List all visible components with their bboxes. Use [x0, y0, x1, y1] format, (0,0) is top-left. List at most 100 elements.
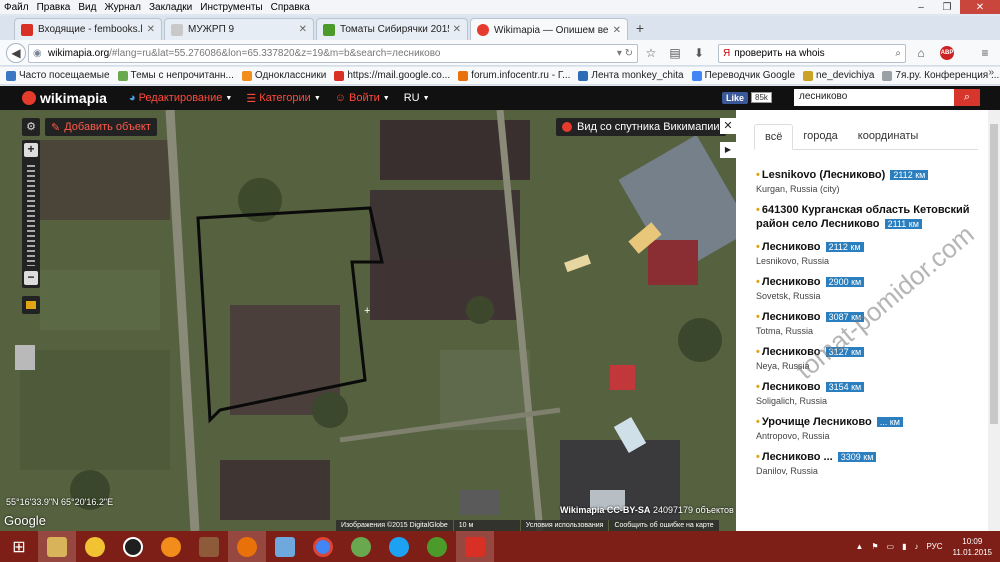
- result-title[interactable]: Лесниково: [762, 346, 821, 358]
- bookmark-item[interactable]: 7я.ру. Конференция ...: [882, 70, 999, 81]
- flag-icon[interactable]: ⚑: [871, 542, 878, 551]
- menu-login[interactable]: ☺ Войти ▼: [335, 92, 390, 104]
- tab-coordinates[interactable]: координаты: [848, 124, 929, 150]
- tab-inbox[interactable]: Входящие - fembooks.libr... ✕: [14, 18, 162, 40]
- minimize-button[interactable]: –: [908, 0, 934, 14]
- zoom-slider[interactable]: [27, 162, 35, 266]
- tab-wikimapia[interactable]: Wikimapia — Опишем ве... ✕: [470, 18, 628, 41]
- satellite-map[interactable]: ⚙ ✎ Добавить объект + − Вид со спутника В…: [0, 110, 736, 531]
- add-object-button[interactable]: ✎ Добавить объект: [45, 118, 157, 136]
- bookmark-item[interactable]: forum.infocentr.ru - Г...: [458, 70, 570, 81]
- panel-scrollbar[interactable]: [988, 110, 1000, 531]
- result-item[interactable]: • 641300 Курганская область Кетовский рай…: [756, 203, 986, 231]
- result-item[interactable]: • Урочище Лесниково ... км Antropovo, Russ…: [756, 415, 986, 441]
- wikimapia-logo[interactable]: wikimapia: [22, 90, 107, 106]
- menu-language[interactable]: RU ▼: [404, 92, 430, 104]
- bookmark-item[interactable]: Часто посещаемые: [6, 70, 110, 81]
- taskbar-skype[interactable]: [380, 531, 418, 562]
- taskbar-app[interactable]: [76, 531, 114, 562]
- menu-edit[interactable]: Правка: [33, 2, 75, 13]
- menu-icon[interactable]: ≡: [976, 44, 994, 62]
- tab-muzhrp[interactable]: МУЖРП 9 ✕: [164, 18, 314, 40]
- result-title[interactable]: Лесниково ...: [762, 451, 833, 463]
- result-title[interactable]: Лесниково: [762, 276, 821, 288]
- bookmark-item[interactable]: Темы с непрочитанн...: [117, 70, 234, 81]
- reload-icon[interactable]: ▾ ↻: [617, 48, 633, 59]
- taskbar-calculator[interactable]: [266, 531, 304, 562]
- result-title[interactable]: Лесниково: [762, 381, 821, 393]
- taskbar-chrome[interactable]: [304, 531, 342, 562]
- close-panel-button[interactable]: ✕: [720, 118, 736, 134]
- close-icon[interactable]: ✕: [453, 24, 461, 35]
- taskbar-paint[interactable]: [456, 531, 494, 562]
- tab-all[interactable]: всё: [754, 124, 794, 150]
- reader-icon[interactable]: ▤: [666, 44, 684, 62]
- menu-bookmarks[interactable]: Закладки: [145, 2, 196, 13]
- menu-view[interactable]: Вид: [74, 2, 100, 13]
- network-icon[interactable]: ▮: [902, 542, 906, 551]
- zoom-control[interactable]: + −: [22, 140, 40, 288]
- search-bar[interactable]: Я проверить на whois ⌕: [718, 44, 906, 63]
- scrollbar-thumb[interactable]: [990, 124, 998, 424]
- taskbar-hp[interactable]: [114, 531, 152, 562]
- url-bar[interactable]: ◉ wikimapia.org/#lang=ru&lat=55.276086&l…: [28, 44, 638, 63]
- adblock-icon[interactable]: ABP: [940, 46, 954, 60]
- result-title[interactable]: 641300 Курганская область Кетовский райо…: [756, 204, 970, 230]
- facebook-like-button[interactable]: Like: [722, 91, 749, 104]
- back-button[interactable]: ◀: [6, 43, 26, 63]
- windows-start-icon[interactable]: ⊞: [0, 531, 38, 562]
- terms-link[interactable]: Условия использования: [520, 520, 609, 531]
- bookmark-item[interactable]: Лента monkey_chita: [578, 70, 684, 81]
- result-item[interactable]: • Лесниково 2112 км Lesnikovo, Russia: [756, 240, 986, 266]
- result-title[interactable]: Lesnikovo (Лесниково): [762, 169, 885, 181]
- taskbar-explorer[interactable]: [38, 531, 76, 562]
- taskbar-library[interactable]: [190, 531, 228, 562]
- menu-history[interactable]: Журнал: [100, 2, 145, 13]
- taskbar-app[interactable]: [152, 531, 190, 562]
- satellite-view-button[interactable]: Вид со спутника Викимапии: [556, 118, 726, 136]
- taskbar-firefox[interactable]: [228, 531, 266, 562]
- result-item[interactable]: • Лесниково 3127 км Neya, Russia: [756, 345, 986, 371]
- menu-file[interactable]: Файл: [0, 2, 33, 13]
- taskbar-icq[interactable]: [342, 531, 380, 562]
- facebook-like[interactable]: Like 85k: [722, 90, 772, 105]
- layers-icon[interactable]: [22, 296, 40, 314]
- language-indicator[interactable]: РУС: [927, 542, 943, 551]
- bookmarks-more-icon[interactable]: »: [988, 67, 994, 78]
- home-icon[interactable]: ⌂: [912, 44, 930, 62]
- result-title[interactable]: Урочище Лесниково: [762, 416, 872, 428]
- report-error-link[interactable]: Сообщить об ошибке на карте: [609, 520, 719, 531]
- result-title[interactable]: Лесниково: [762, 241, 821, 253]
- tab-cities[interactable]: города: [793, 124, 847, 150]
- bookmark-item[interactable]: Одноклассники: [241, 70, 326, 81]
- volume-icon[interactable]: ♪: [915, 542, 919, 551]
- menu-editing[interactable]: ◕ Редактирование ▼: [129, 92, 232, 104]
- close-icon[interactable]: ✕: [147, 24, 155, 35]
- tab-tomatoes[interactable]: Томаты Сибирячки 2015 г... ✕: [316, 18, 468, 40]
- bookmark-item[interactable]: https://mail.google.co...: [334, 70, 450, 81]
- result-item[interactable]: • Лесниково ... 3309 км Danilov, Russia: [756, 450, 986, 476]
- star-icon[interactable]: ☆: [642, 44, 660, 62]
- menu-tools[interactable]: Инструменты: [196, 2, 266, 13]
- clock[interactable]: 10:09 11.01.2015: [953, 536, 992, 558]
- window-close-button[interactable]: ✕: [960, 0, 1000, 14]
- search-button[interactable]: ⌕: [954, 89, 980, 106]
- close-icon[interactable]: ✕: [613, 25, 621, 36]
- expand-panel-button[interactable]: ▶: [720, 142, 736, 158]
- result-title[interactable]: Лесниково: [762, 311, 821, 323]
- menu-categories[interactable]: ☰ Категории ▼: [246, 92, 320, 105]
- new-tab-button[interactable]: +: [632, 20, 648, 36]
- bookmark-item[interactable]: ne_devichiya: [803, 70, 874, 81]
- maximize-button[interactable]: ❐: [934, 0, 960, 14]
- taskbar-utorrent[interactable]: [418, 531, 456, 562]
- bookmark-item[interactable]: Переводчик Google: [691, 70, 795, 81]
- menu-help[interactable]: Справка: [267, 2, 314, 13]
- close-icon[interactable]: ✕: [299, 24, 307, 35]
- result-item[interactable]: • Лесниково 3087 км Totma, Russia: [756, 310, 986, 336]
- zoom-in-button[interactable]: +: [24, 143, 38, 157]
- display-icon[interactable]: ▭: [887, 542, 895, 551]
- tray-chevron-icon[interactable]: ▲: [855, 542, 863, 551]
- result-item[interactable]: • Lesnikovo (Лесниково) 2112 км Kurgan, Ru…: [756, 168, 986, 194]
- gear-icon[interactable]: ⚙: [22, 118, 40, 136]
- result-item[interactable]: • Лесниково 2900 км Sovetsk, Russia: [756, 275, 986, 301]
